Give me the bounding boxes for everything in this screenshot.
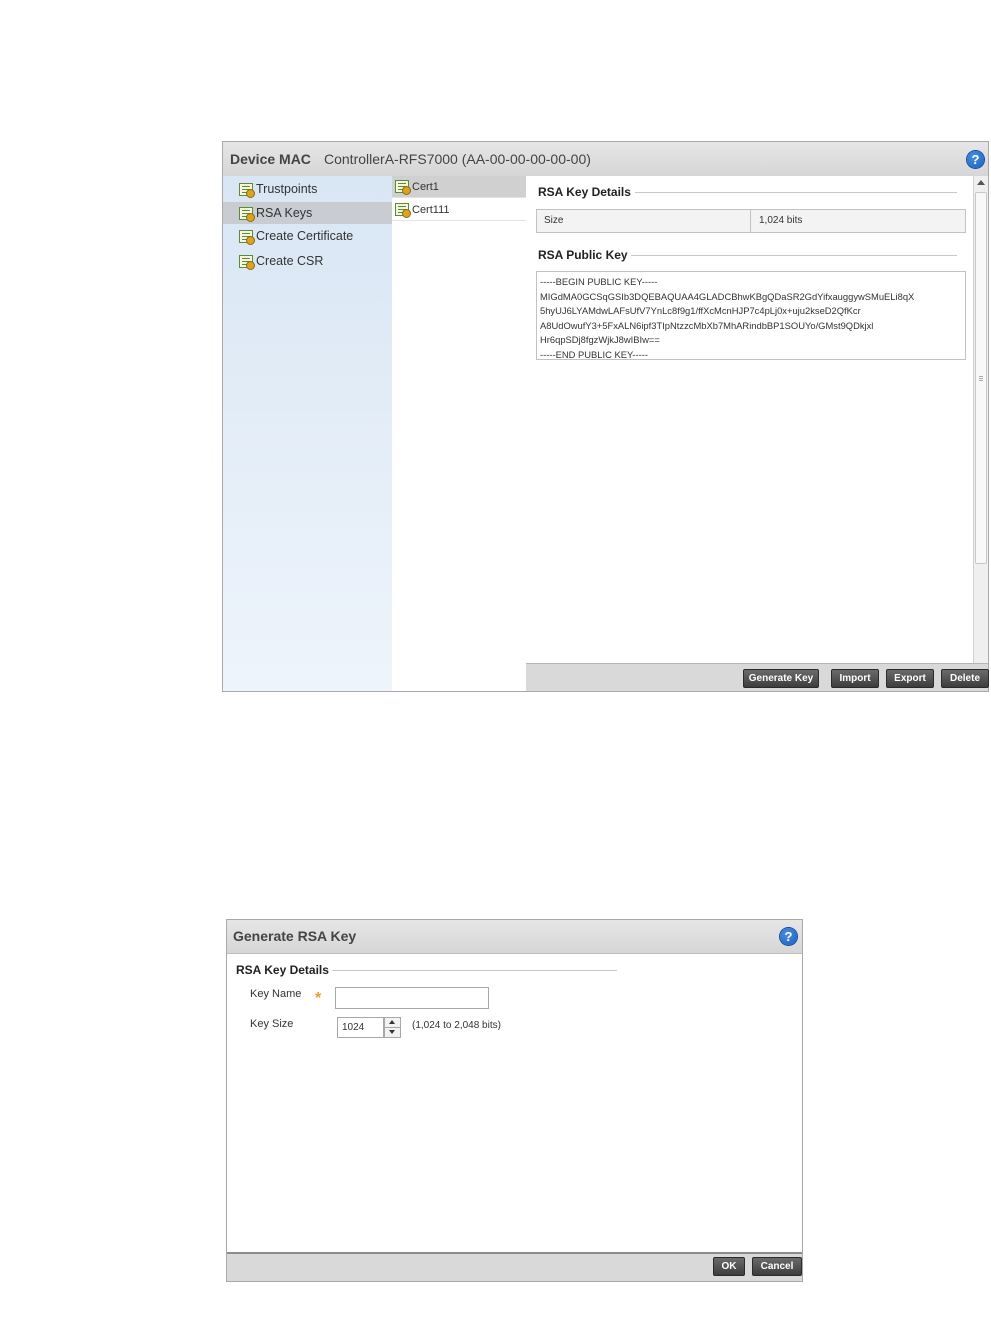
required-star-icon: * — [315, 990, 322, 1007]
certificate-icon — [239, 229, 255, 245]
rsa-public-key-title: RSA Public Key — [538, 248, 628, 262]
public-key-line: A8UdOwufY3+5FxALN6ipf3TIpNtzzcMbXb7MhARi… — [540, 319, 874, 331]
scroll-thumb[interactable] — [975, 192, 987, 564]
public-key-line: Hr6qpSDj8fgzWjkJ8wIBIw== — [540, 334, 660, 346]
vertical-scrollbar[interactable] — [973, 176, 988, 664]
list-item-label: Cert111 — [412, 203, 450, 216]
size-value: 1,024 bits — [759, 215, 803, 226]
nav-item-label: Create Certificate — [256, 229, 354, 243]
key-name-input[interactable] — [335, 987, 489, 1009]
help-icon[interactable]: ? — [780, 928, 797, 945]
nav-item-label: Trustpoints — [256, 182, 318, 196]
key-size-label: Key Size — [250, 1018, 294, 1030]
nav-item-create-certificate[interactable]: Create Certificate — [239, 225, 353, 247]
column-divider — [750, 210, 751, 232]
public-key-line: -----END PUBLIC KEY----- — [540, 348, 648, 360]
delete-button[interactable]: Delete — [941, 669, 989, 688]
grip-icon — [979, 376, 983, 381]
public-key-line: 5hyUJ6LYAMdwLAFsUfV7YnLc8f9g1/ffXcMcnHJP… — [540, 305, 861, 317]
nav-item-create-csr[interactable]: Create CSR — [239, 250, 323, 272]
panel-header: Device MAC ControllerA-RFS7000 (AA-00-00… — [223, 142, 988, 177]
nav-item-trustpoints[interactable]: Trustpoints — [239, 178, 317, 200]
public-key-text[interactable]: -----BEGIN PUBLIC KEY----- MIGdMA0GCSqGS… — [536, 271, 966, 360]
certificate-icon — [239, 206, 255, 222]
scroll-up-arrow-icon[interactable] — [977, 180, 985, 185]
public-key-line: MIGdMA0GCSqGSIb3DQEBAQUAA4GLADCBhwKBgQDa… — [540, 290, 915, 302]
dialog-title: Generate RSA Key — [233, 928, 357, 944]
certificate-icon — [239, 182, 255, 198]
rsa-key-list: Cert1 Cert111 — [392, 176, 527, 691]
ok-button[interactable]: OK — [713, 1257, 745, 1276]
spin-down-icon[interactable] — [385, 1027, 400, 1037]
import-button[interactable]: Import — [831, 669, 879, 688]
size-row: Size 1,024 bits — [536, 209, 966, 233]
cancel-button[interactable]: Cancel — [752, 1257, 802, 1276]
nav-item-rsa-keys[interactable]: RSA Keys — [223, 202, 392, 224]
list-item-cert111[interactable]: Cert111 — [392, 199, 526, 221]
key-size-input[interactable]: 1024 — [337, 1017, 384, 1038]
list-item-label: Cert1 — [412, 180, 439, 193]
section-divider — [631, 255, 957, 256]
panel-footer: Generate Key Import Export Delete — [526, 663, 989, 691]
certificate-icon — [395, 180, 411, 195]
export-button[interactable]: Export — [886, 669, 934, 688]
generate-rsa-key-dialog: Generate RSA Key ? RSA Key Details Key N… — [226, 919, 803, 1282]
device-mac-value: ControllerA-RFS7000 (AA-00-00-00-00-00) — [324, 151, 591, 167]
rsa-key-details-title: RSA Key Details — [236, 963, 329, 977]
certificate-icon — [239, 254, 255, 270]
list-item-cert1[interactable]: Cert1 — [392, 176, 526, 198]
device-mac-label: Device MAC — [230, 151, 311, 167]
key-size-range-hint: (1,024 to 2,048 bits) — [412, 1020, 501, 1031]
rsa-keys-panel: Device MAC ControllerA-RFS7000 (AA-00-00… — [222, 141, 989, 692]
generate-key-button[interactable]: Generate Key — [743, 669, 819, 688]
certificate-icon — [395, 203, 411, 218]
dialog-header: Generate RSA Key ? — [227, 920, 802, 954]
rsa-key-details-title: RSA Key Details — [538, 185, 631, 199]
key-name-label: Key Name — [250, 988, 302, 1000]
rsa-key-details-pane: RSA Key Details Size 1,024 bits RSA Publ… — [526, 176, 974, 664]
certificate-nav: Trustpoints RSA Keys Create Certificate … — [223, 176, 393, 691]
key-size-stepper[interactable] — [384, 1017, 401, 1038]
section-divider — [635, 192, 957, 193]
public-key-line: -----BEGIN PUBLIC KEY----- — [540, 276, 658, 287]
dialog-footer: OK Cancel — [227, 1252, 802, 1281]
section-divider — [332, 970, 617, 971]
size-label: Size — [544, 215, 564, 226]
nav-item-label: Create CSR — [256, 254, 324, 268]
help-icon[interactable]: ? — [967, 151, 984, 168]
nav-item-label: RSA Keys — [256, 206, 313, 220]
